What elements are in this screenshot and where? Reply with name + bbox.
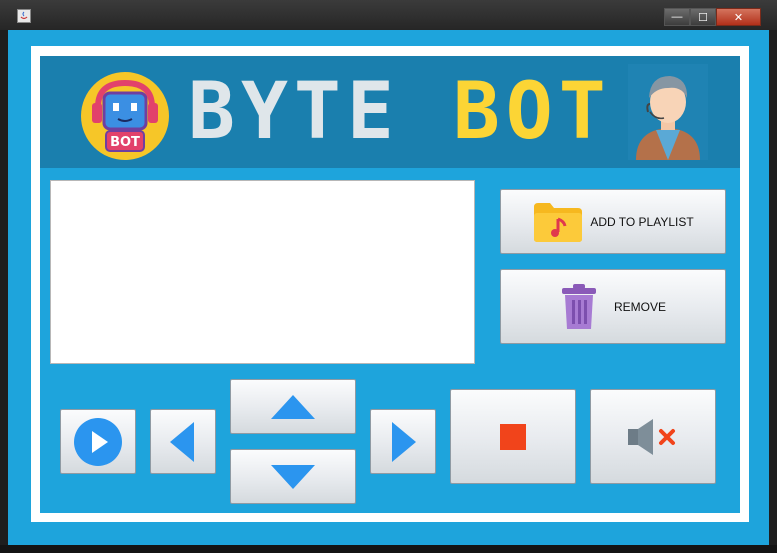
minimize-icon: — [671,11,683,23]
speaker-mute-icon [628,418,675,455]
mute-button[interactable] [590,389,716,484]
header-banner: BOT BYTE BOT [40,56,740,168]
minimize-button[interactable]: — [664,8,690,26]
add-to-playlist-label: ADD TO PLAYLIST [590,214,694,229]
app-title: BYTE BOT [188,72,612,152]
taskbar-edge [0,545,777,553]
arrow-down-icon [271,464,315,489]
app-title-part1: BYTE [188,67,400,157]
robot-logo-icon: BOT [81,72,169,160]
user-avatar-icon [628,64,708,160]
play-icon [74,417,122,466]
previous-button[interactable] [150,409,216,474]
window-controls: — ☐ ✕ [664,8,761,26]
play-button[interactable] [60,409,136,474]
logo-badge-text: BOT [110,135,140,150]
arrow-up-icon [271,394,315,419]
volume-down-button[interactable] [230,449,356,504]
close-icon: ✕ [733,11,744,24]
maximize-icon: ☐ [698,11,708,24]
remove-button[interactable]: REMOVE [500,269,726,344]
maximize-button[interactable]: ☐ [690,8,716,26]
trash-icon [561,283,596,329]
stop-icon [500,423,526,450]
add-to-playlist-button[interactable]: ADD TO PLAYLIST [500,189,726,254]
volume-up-button[interactable] [230,379,356,434]
app-title-part2: BOT [452,67,612,157]
folder-music-icon [534,202,583,242]
playlist-textarea[interactable] [50,180,475,364]
title-bar[interactable]: — ☐ ✕ [0,0,777,30]
next-button[interactable] [370,409,436,474]
remove-label: REMOVE [613,299,666,314]
stop-button[interactable] [450,389,576,484]
close-button[interactable]: ✕ [716,8,761,26]
arrow-left-icon [170,421,194,462]
java-app-icon [17,9,31,23]
arrow-right-icon [392,421,416,462]
